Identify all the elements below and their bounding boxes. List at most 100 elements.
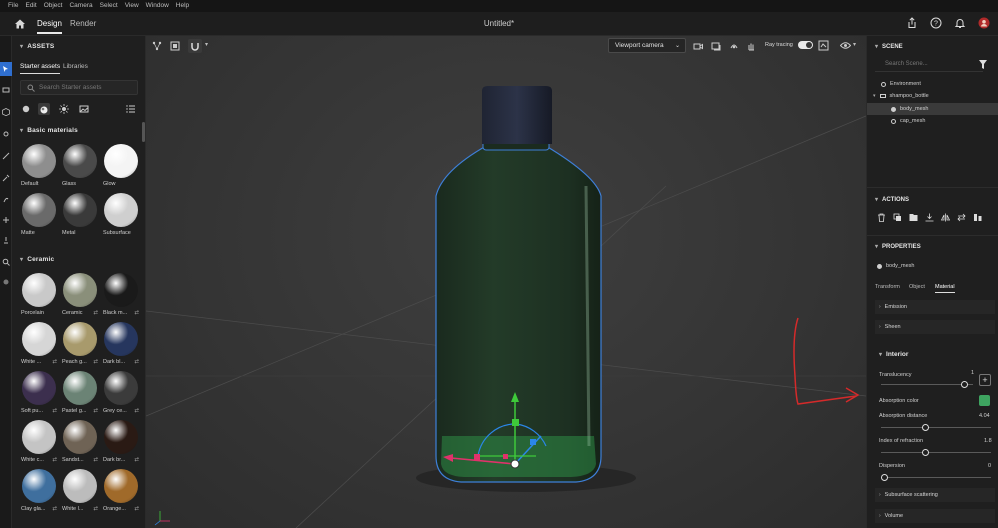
section-sheen[interactable]: › Sheen xyxy=(875,320,995,334)
scene-search-input[interactable]: Search Scene... xyxy=(875,58,983,72)
tab-material[interactable]: Material xyxy=(935,284,955,293)
chevron-down-icon[interactable]: ▾ xyxy=(853,41,856,48)
slider-handle[interactable] xyxy=(922,449,930,456)
home-icon[interactable] xyxy=(14,18,26,30)
wand-icon[interactable] xyxy=(2,152,10,160)
tab-starter-assets[interactable]: Starter assets xyxy=(20,63,61,74)
material-swatch[interactable]: Grey ce... ⇄ xyxy=(103,371,139,414)
menu-help[interactable]: Help xyxy=(176,0,189,12)
scene-item-body-mesh[interactable]: body_mesh xyxy=(867,103,998,115)
material-swatch[interactable]: Default xyxy=(21,144,57,187)
mirror-icon[interactable] xyxy=(941,213,950,222)
3d-viewport[interactable]: ▾ Viewport camera ⌄ Ray tracing ▾ xyxy=(146,36,866,528)
dispersion-slider[interactable] xyxy=(881,474,991,481)
section-volume[interactable]: › Volume xyxy=(875,509,995,523)
share-icon[interactable] xyxy=(906,17,918,29)
ior-slider[interactable] xyxy=(881,449,991,456)
add-icon[interactable] xyxy=(2,216,10,224)
translucency-slider[interactable] xyxy=(881,381,973,388)
material-swatch[interactable]: Porcelain xyxy=(21,273,57,316)
actions-header[interactable]: ▾ ACTIONS xyxy=(875,196,909,203)
assets-scrollbar[interactable] xyxy=(142,122,145,142)
models-filter-icon[interactable] xyxy=(20,103,32,115)
lights-filter-icon[interactable] xyxy=(58,103,70,115)
camera-select[interactable]: Viewport camera ⌄ xyxy=(608,38,686,53)
section-interior[interactable]: ▾ Interior xyxy=(879,351,908,358)
material-swatch[interactable]: Glass xyxy=(62,144,98,187)
material-swatch[interactable]: Soft pu... ⇄ xyxy=(21,371,57,414)
assets-header[interactable]: ▾ ASSETS xyxy=(20,43,54,50)
material-swatch[interactable]: White ... ⇄ xyxy=(21,322,57,365)
magnet-button[interactable] xyxy=(188,39,202,53)
frame-selection-icon[interactable] xyxy=(170,41,180,51)
help-icon[interactable]: ? xyxy=(930,17,942,29)
render-settings-icon[interactable] xyxy=(818,40,829,51)
zoom-icon[interactable] xyxy=(2,258,10,266)
chevron-down-icon[interactable]: ▾ xyxy=(205,41,208,48)
camera-icon[interactable] xyxy=(693,41,703,51)
list-view-icon[interactable] xyxy=(125,103,137,115)
material-swatch[interactable]: Peach g... ⇄ xyxy=(62,322,98,365)
swap-icon[interactable] xyxy=(957,213,966,222)
material-swatch[interactable]: Dark br... ⇄ xyxy=(103,420,139,463)
slider-handle[interactable] xyxy=(922,424,930,431)
group-icon[interactable] xyxy=(909,213,918,222)
material-swatch[interactable]: Metal xyxy=(62,193,98,236)
section-basic-materials[interactable]: ▾ Basic materials xyxy=(20,127,78,134)
pan-hand-icon[interactable] xyxy=(746,41,756,51)
menu-object[interactable]: Object xyxy=(44,0,63,12)
material-swatch[interactable]: Ceramic ⇄ xyxy=(62,273,98,316)
stamp-icon[interactable] xyxy=(2,236,10,244)
absorption-color-swatch[interactable] xyxy=(979,395,990,406)
section-subsurface-scattering[interactable]: › Subsurface scattering xyxy=(875,488,995,502)
menu-view[interactable]: View xyxy=(125,0,139,12)
menu-file[interactable]: File xyxy=(8,0,18,12)
print-icon[interactable] xyxy=(2,86,10,94)
tab-libraries[interactable]: Libraries xyxy=(63,63,88,70)
drop-to-ground-icon[interactable] xyxy=(925,213,934,222)
snap-icon[interactable] xyxy=(152,41,162,51)
material-swatch[interactable]: Dark bl... ⇄ xyxy=(103,322,139,365)
section-ceramic[interactable]: ▾ Ceramic xyxy=(20,256,54,263)
tab-design[interactable]: Design xyxy=(37,19,62,34)
orbit-icon[interactable] xyxy=(729,41,739,51)
slider-handle[interactable] xyxy=(881,474,888,481)
tab-transform[interactable]: Transform xyxy=(875,284,900,290)
slider-handle[interactable] xyxy=(960,381,968,388)
section-emission[interactable]: › Emission xyxy=(875,300,995,314)
tab-render[interactable]: Render xyxy=(70,19,96,28)
hand-icon[interactable] xyxy=(2,278,10,286)
light-icon[interactable] xyxy=(2,130,10,138)
material-swatch[interactable]: Matte xyxy=(21,193,57,236)
menu-window[interactable]: Window xyxy=(146,0,169,12)
eyedropper-icon[interactable] xyxy=(2,174,10,182)
menu-select[interactable]: Select xyxy=(100,0,118,12)
menu-camera[interactable]: Camera xyxy=(69,0,92,12)
ray-tracing-toggle[interactable] xyxy=(798,41,813,49)
cube-icon[interactable] xyxy=(2,108,10,116)
tab-object[interactable]: Object xyxy=(909,284,925,290)
scene-item-cap-mesh[interactable]: cap_mesh xyxy=(891,115,997,127)
align-icon[interactable] xyxy=(973,213,982,222)
camera-bookmark-icon[interactable] xyxy=(711,41,721,51)
material-swatch[interactable]: Subsurface xyxy=(103,193,139,236)
absorption-distance-slider[interactable] xyxy=(881,424,991,431)
menu-edit[interactable]: Edit xyxy=(25,0,36,12)
material-swatch[interactable]: Glow xyxy=(103,144,139,187)
materials-filter-button[interactable] xyxy=(38,103,50,115)
material-swatch[interactable]: Clay gla... ⇄ xyxy=(21,469,57,512)
add-texture-button[interactable]: + xyxy=(979,374,991,386)
material-swatch[interactable]: White c... ⇄ xyxy=(21,420,57,463)
paint-icon[interactable] xyxy=(2,196,10,204)
material-swatch[interactable]: White l... ⇄ xyxy=(62,469,98,512)
scene-item-environment[interactable]: Environment xyxy=(881,78,997,90)
assets-search-input[interactable]: Search Starter assets xyxy=(20,80,138,95)
properties-header[interactable]: ▾ PROPERTIES xyxy=(875,243,921,250)
notifications-icon[interactable] xyxy=(954,17,966,29)
duplicate-icon[interactable] xyxy=(893,213,902,222)
delete-icon[interactable] xyxy=(877,213,886,222)
avatar[interactable] xyxy=(978,17,990,29)
images-filter-icon[interactable] xyxy=(78,103,90,115)
material-swatch[interactable]: Pastel g... ⇄ xyxy=(62,371,98,414)
filter-icon[interactable] xyxy=(979,60,987,69)
